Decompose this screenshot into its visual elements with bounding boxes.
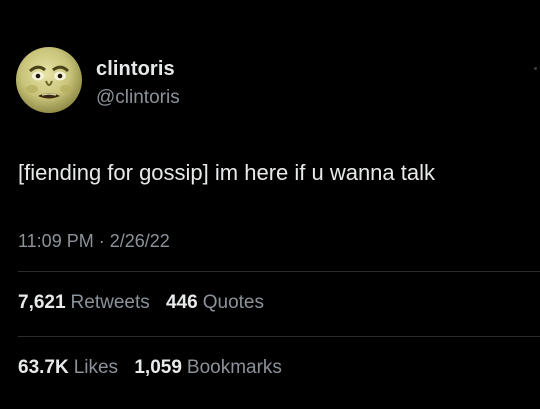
- likes-count: 63.7K: [18, 357, 69, 378]
- bookmarks-count: 1,059: [134, 357, 182, 378]
- more-options-icon[interactable]: [534, 67, 537, 70]
- avatar[interactable]: [16, 47, 82, 113]
- quotes-label: Quotes: [202, 292, 264, 313]
- engagement-row-reposts: 7,621 Retweets 446 Quotes: [18, 292, 275, 314]
- retweets-label: Retweets: [70, 292, 150, 313]
- quotes-count: 446: [166, 292, 198, 313]
- tweet-date: 2/26/22: [109, 231, 170, 251]
- divider: [18, 271, 540, 272]
- likes-label: Likes: [73, 357, 119, 378]
- likes-stat[interactable]: 63.7K Likes: [18, 357, 118, 379]
- bookmarks-stat[interactable]: 1,059 Bookmarks: [134, 357, 282, 379]
- tweet-text: [fiending for gossip] im here if u wanna…: [18, 160, 436, 185]
- bookmarks-label: Bookmarks: [186, 357, 282, 378]
- user-handle[interactable]: @clintoris: [96, 87, 180, 109]
- meta-separator: ·: [93, 231, 110, 251]
- tweet-time: 11:09 PM: [18, 231, 94, 251]
- quotes-stat[interactable]: 446 Quotes: [166, 292, 264, 314]
- retweets-count: 7,621: [18, 292, 66, 313]
- green-face-avatar-icon: [26, 65, 72, 99]
- engagement-row-likes: 63.7K Likes 1,059 Bookmarks: [18, 357, 293, 379]
- display-name[interactable]: clintoris: [96, 58, 175, 81]
- tweet-detail: clintoris @clintoris [fiending for gossi…: [0, 0, 540, 409]
- divider: [18, 336, 540, 337]
- tweet-timestamp[interactable]: 11:09 PM · 2/26/22: [18, 231, 170, 252]
- retweets-stat[interactable]: 7,621 Retweets: [18, 292, 150, 314]
